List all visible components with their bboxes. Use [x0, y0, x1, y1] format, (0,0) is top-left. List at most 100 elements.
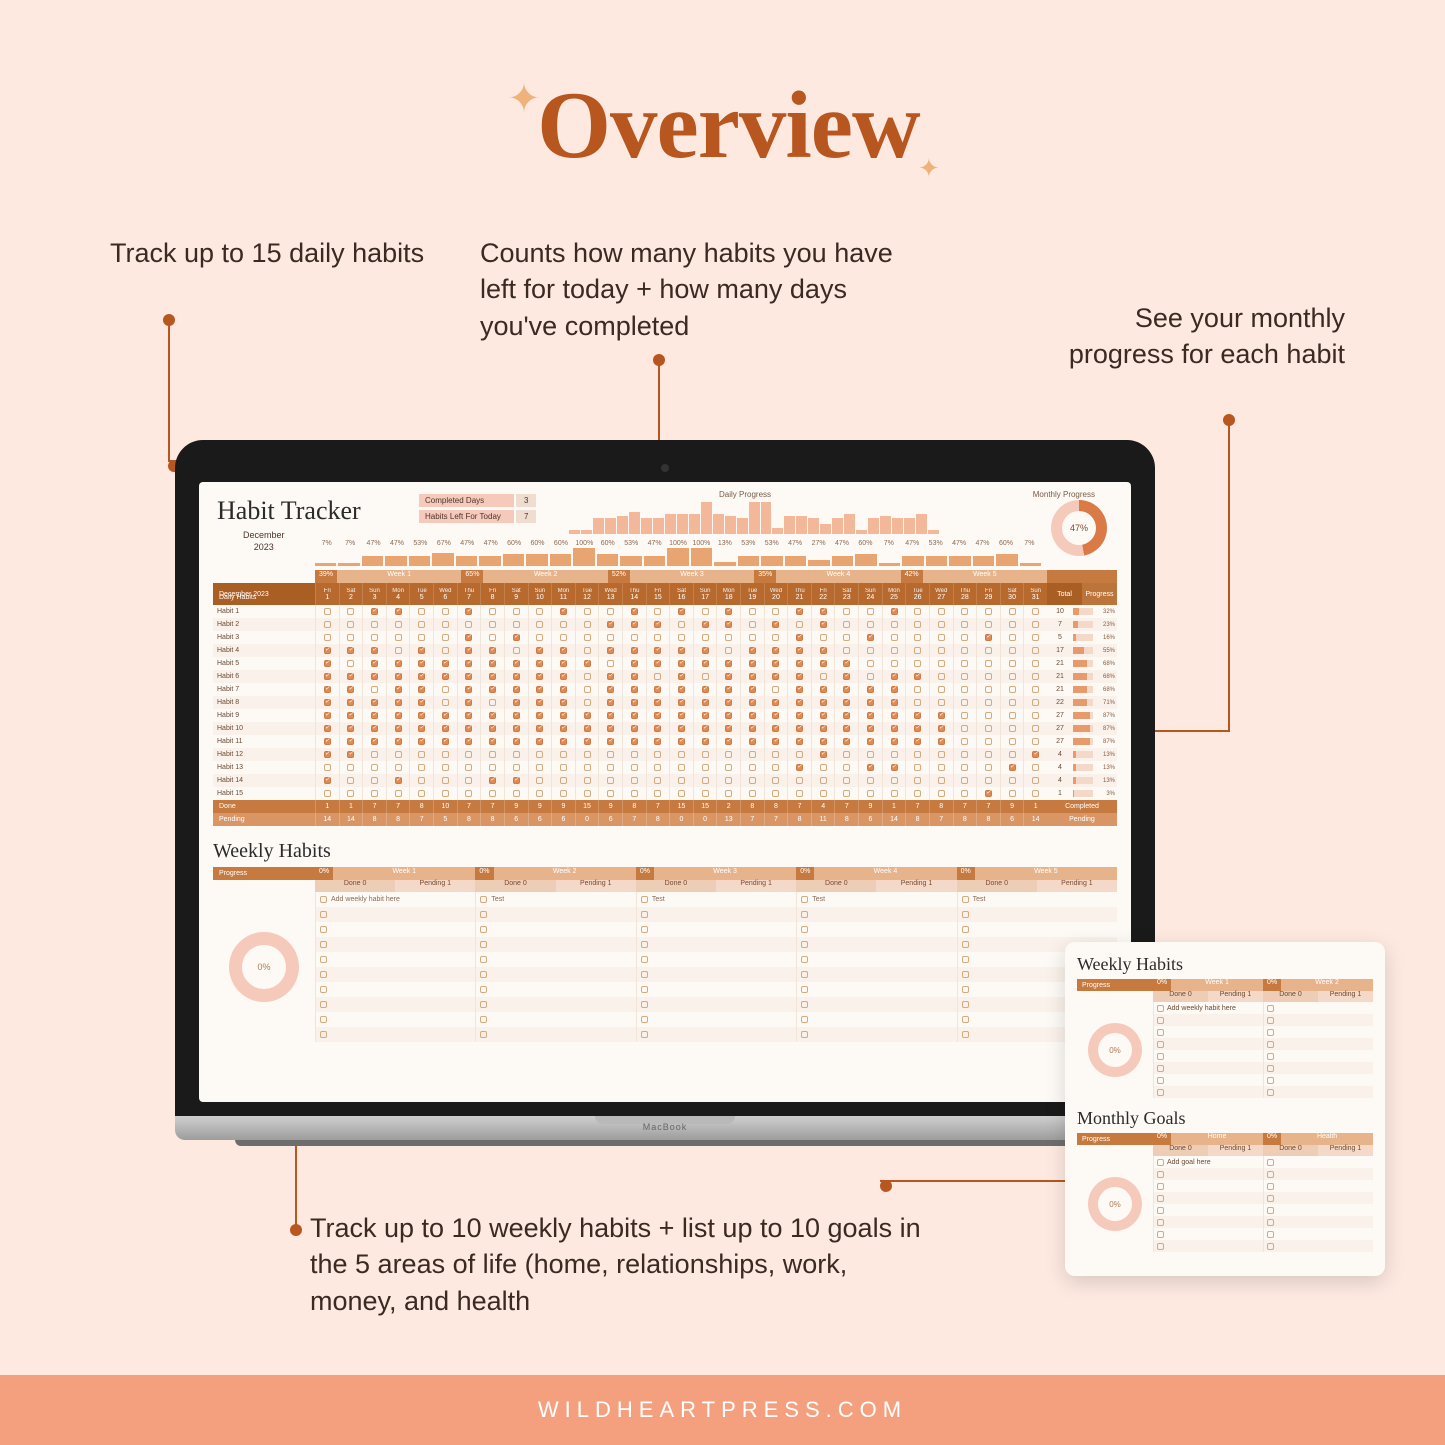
habit-checkbox[interactable]: [395, 686, 402, 693]
habit-checkbox[interactable]: [843, 647, 850, 654]
habit-checkbox[interactable]: [347, 647, 354, 654]
weekly-checkbox[interactable]: [320, 896, 327, 903]
habit-checkbox[interactable]: [985, 764, 992, 771]
habit-checkbox[interactable]: [820, 634, 827, 641]
habit-checkbox[interactable]: [1032, 608, 1039, 615]
habit-checkbox[interactable]: [938, 621, 945, 628]
habit-checkbox[interactable]: [371, 712, 378, 719]
habit-checkbox[interactable]: [324, 790, 331, 797]
habit-checkbox[interactable]: [678, 699, 685, 706]
sidecard-checkbox[interactable]: [1267, 1065, 1274, 1072]
habit-checkbox[interactable]: [489, 764, 496, 771]
habit-checkbox[interactable]: [820, 673, 827, 680]
habit-checkbox[interactable]: [725, 764, 732, 771]
habit-checkbox[interactable]: [371, 647, 378, 654]
habit-checkbox[interactable]: [465, 777, 472, 784]
habit-checkbox[interactable]: [489, 699, 496, 706]
habit-checkbox[interactable]: [867, 608, 874, 615]
habit-checkbox[interactable]: [772, 647, 779, 654]
habit-checkbox[interactable]: [891, 660, 898, 667]
sidecard-checkbox[interactable]: [1267, 1171, 1274, 1178]
habit-checkbox[interactable]: [725, 608, 732, 615]
habit-checkbox[interactable]: [584, 764, 591, 771]
habit-checkbox[interactable]: [749, 725, 756, 732]
habit-checkbox[interactable]: [678, 777, 685, 784]
habit-checkbox[interactable]: [961, 621, 968, 628]
habit-checkbox[interactable]: [914, 621, 921, 628]
habit-checkbox[interactable]: [820, 686, 827, 693]
habit-checkbox[interactable]: [725, 686, 732, 693]
habit-checkbox[interactable]: [489, 608, 496, 615]
weekly-checkbox[interactable]: [962, 926, 969, 933]
weekly-checkbox[interactable]: [641, 1016, 648, 1023]
habit-checkbox[interactable]: [418, 621, 425, 628]
habit-checkbox[interactable]: [584, 790, 591, 797]
habit-checkbox[interactable]: [725, 751, 732, 758]
habit-checkbox[interactable]: [796, 647, 803, 654]
habit-checkbox[interactable]: [347, 686, 354, 693]
weekly-checkbox[interactable]: [962, 986, 969, 993]
habit-checkbox[interactable]: [961, 634, 968, 641]
habit-checkbox[interactable]: [678, 621, 685, 628]
habit-checkbox[interactable]: [749, 634, 756, 641]
habit-checkbox[interactable]: [938, 790, 945, 797]
habit-checkbox[interactable]: [465, 725, 472, 732]
habit-checkbox[interactable]: [678, 673, 685, 680]
habit-checkbox[interactable]: [891, 764, 898, 771]
habit-checkbox[interactable]: [843, 725, 850, 732]
habit-checkbox[interactable]: [843, 634, 850, 641]
habit-checkbox[interactable]: [560, 699, 567, 706]
habit-checkbox[interactable]: [1009, 660, 1016, 667]
habit-checkbox[interactable]: [584, 751, 591, 758]
sidecard-checkbox[interactable]: [1267, 1041, 1274, 1048]
weekly-checkbox[interactable]: [801, 911, 808, 918]
habit-checkbox[interactable]: [513, 660, 520, 667]
habit-checkbox[interactable]: [536, 673, 543, 680]
habit-checkbox[interactable]: [442, 673, 449, 680]
habit-checkbox[interactable]: [442, 751, 449, 758]
sidecard-checkbox[interactable]: [1157, 1195, 1164, 1202]
habit-checkbox[interactable]: [395, 699, 402, 706]
habit-checkbox[interactable]: [985, 751, 992, 758]
habit-checkbox[interactable]: [654, 712, 661, 719]
habit-checkbox[interactable]: [489, 790, 496, 797]
habit-checkbox[interactable]: [489, 673, 496, 680]
habit-checkbox[interactable]: [867, 764, 874, 771]
habit-checkbox[interactable]: [772, 686, 779, 693]
habit-checkbox[interactable]: [702, 608, 709, 615]
weekly-checkbox[interactable]: [320, 956, 327, 963]
habit-checkbox[interactable]: [725, 673, 732, 680]
habit-checkbox[interactable]: [584, 738, 591, 745]
habit-checkbox[interactable]: [347, 634, 354, 641]
habit-checkbox[interactable]: [631, 725, 638, 732]
habit-checkbox[interactable]: [961, 712, 968, 719]
habit-checkbox[interactable]: [867, 660, 874, 667]
habit-checkbox[interactable]: [560, 725, 567, 732]
habit-checkbox[interactable]: [631, 660, 638, 667]
habit-checkbox[interactable]: [938, 699, 945, 706]
habit-checkbox[interactable]: [843, 699, 850, 706]
habit-checkbox[interactable]: [371, 699, 378, 706]
habit-checkbox[interactable]: [749, 621, 756, 628]
habit-checkbox[interactable]: [560, 712, 567, 719]
habit-checkbox[interactable]: [749, 660, 756, 667]
habit-checkbox[interactable]: [961, 777, 968, 784]
habit-checkbox[interactable]: [938, 738, 945, 745]
habit-checkbox[interactable]: [442, 764, 449, 771]
habit-checkbox[interactable]: [607, 764, 614, 771]
habit-checkbox[interactable]: [678, 660, 685, 667]
weekly-checkbox[interactable]: [801, 1031, 808, 1038]
habit-checkbox[interactable]: [607, 608, 614, 615]
weekly-checkbox[interactable]: [962, 896, 969, 903]
habit-checkbox[interactable]: [465, 751, 472, 758]
habit-checkbox[interactable]: [631, 699, 638, 706]
habit-checkbox[interactable]: [324, 725, 331, 732]
habit-checkbox[interactable]: [1032, 777, 1039, 784]
habit-checkbox[interactable]: [1032, 725, 1039, 732]
habit-checkbox[interactable]: [961, 660, 968, 667]
sidecard-checkbox[interactable]: [1157, 1243, 1164, 1250]
habit-checkbox[interactable]: [867, 712, 874, 719]
habit-checkbox[interactable]: [985, 712, 992, 719]
habit-checkbox[interactable]: [1032, 621, 1039, 628]
habit-checkbox[interactable]: [395, 660, 402, 667]
